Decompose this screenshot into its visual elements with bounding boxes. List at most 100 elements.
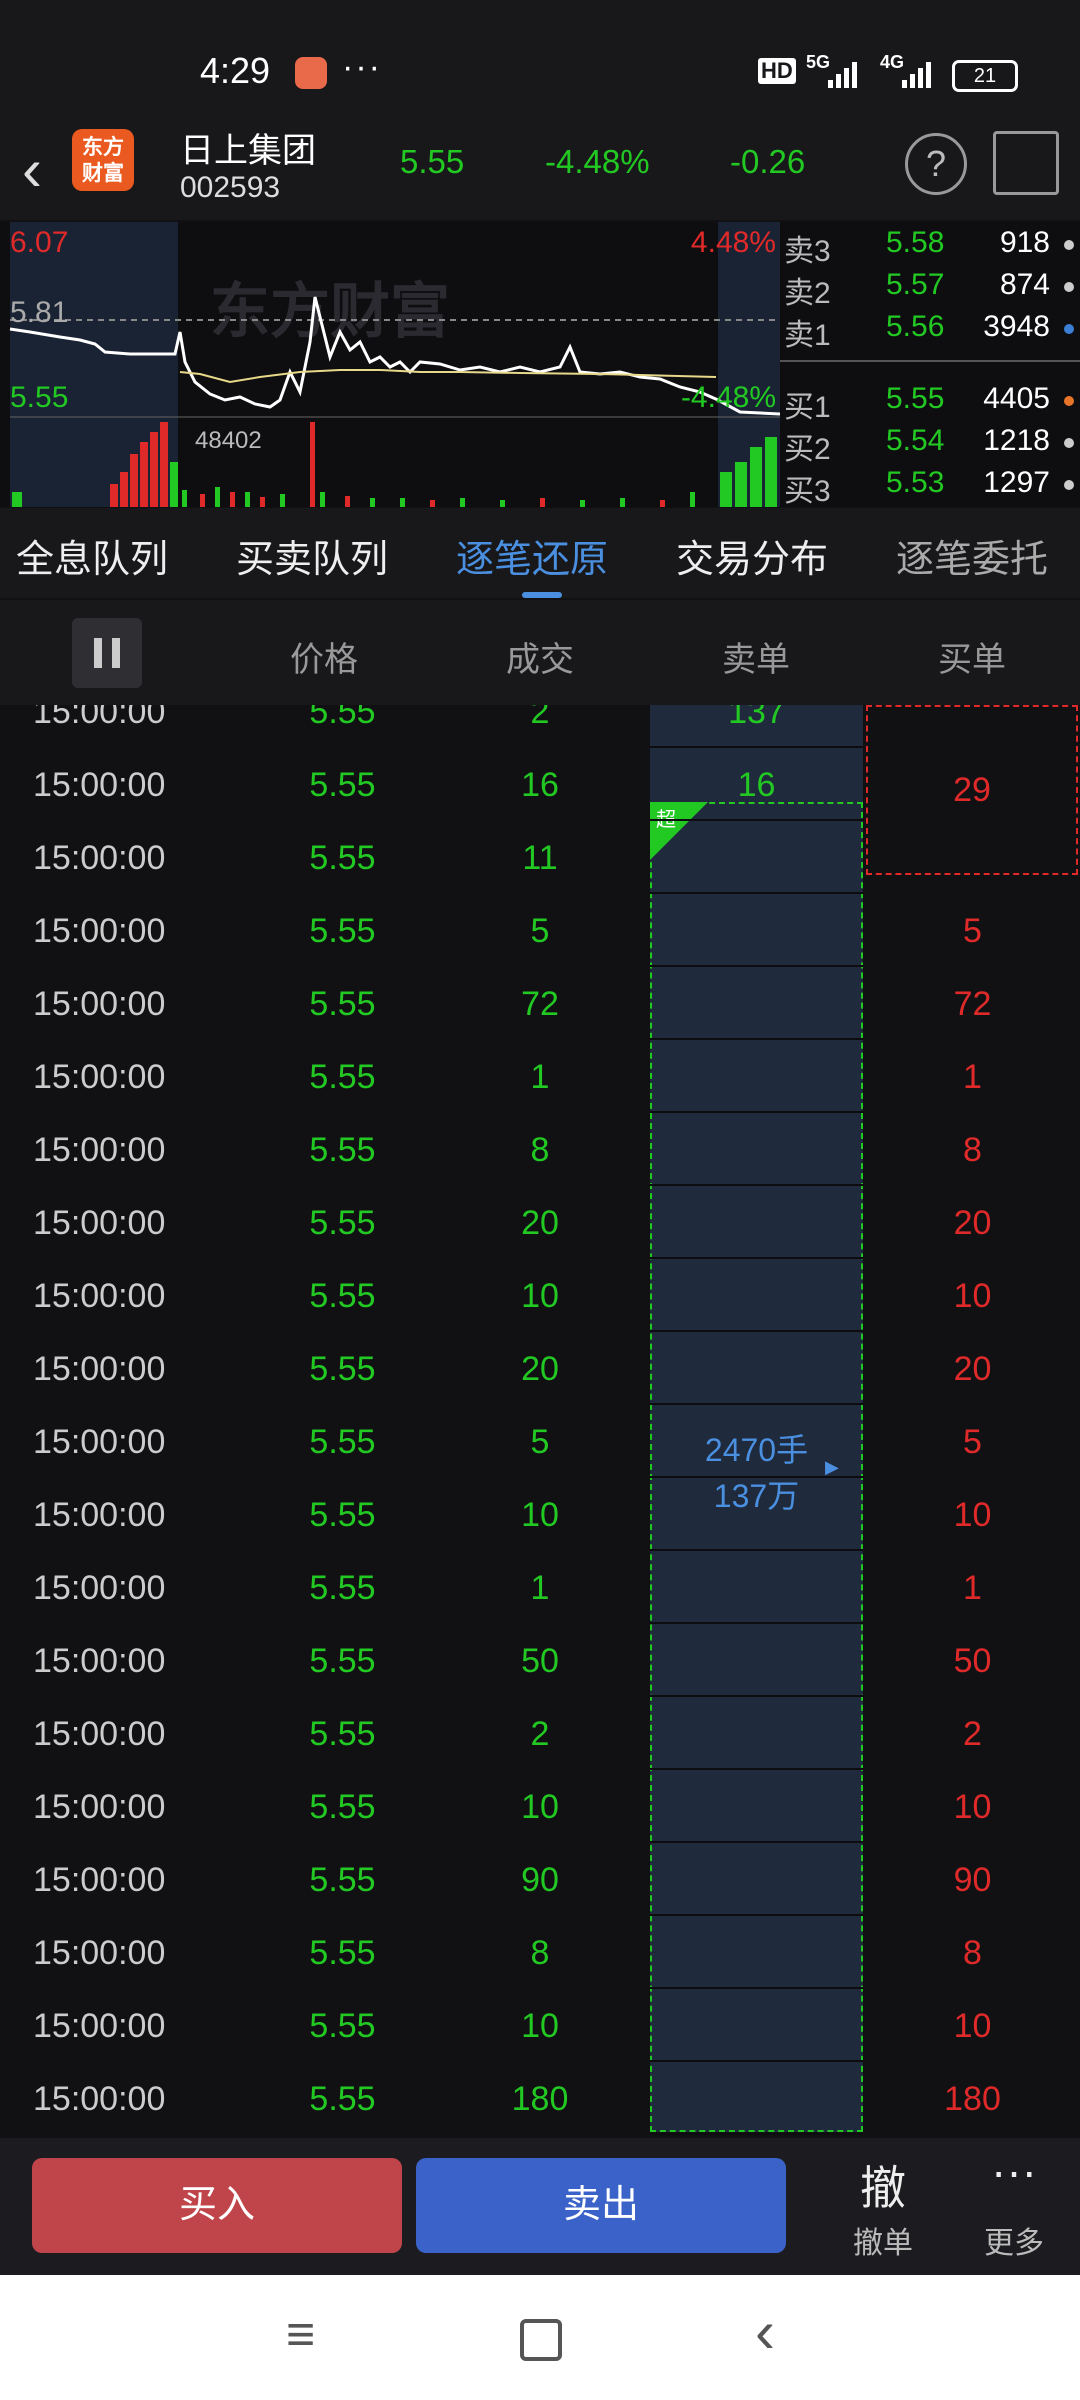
tick-volume: 20 bbox=[521, 1350, 559, 1388]
bid-volume: 1297 bbox=[983, 466, 1050, 499]
ask-label: 卖1 bbox=[784, 319, 831, 352]
nav-back-icon[interactable]: ‹ bbox=[755, 2297, 775, 2366]
tick-time: 15:00:00 bbox=[33, 1496, 166, 1534]
bid-dot bbox=[1064, 396, 1074, 406]
ask-label: 卖2 bbox=[784, 277, 831, 310]
bottom-action-bar: 买入 卖出 撤 撤单 ··· 更多 bbox=[0, 2138, 1080, 2275]
buy-button[interactable]: 买入 bbox=[32, 2158, 402, 2253]
tick-price: 5.55 bbox=[309, 1496, 376, 1534]
tick-time: 15:00:00 bbox=[33, 1350, 166, 1388]
intraday-chart[interactable]: 东方财富 6.07 4.48% 5.81 5.55 -4.48% 48402 bbox=[0, 222, 781, 509]
table-row: 15:00:00 5.55 20 20 bbox=[0, 1186, 1080, 1259]
bid-label: 买2 bbox=[784, 433, 831, 466]
change-percent: -4.48% bbox=[545, 143, 650, 180]
bid-price: 5.54 bbox=[886, 424, 945, 457]
tab-bar: 全息队列 买卖队列 逐笔还原 交易分布 逐笔委托 bbox=[0, 508, 1080, 598]
book-divider bbox=[780, 360, 1080, 362]
ask-volume: 3948 bbox=[983, 310, 1050, 343]
network-4g-label: 4G bbox=[880, 52, 905, 72]
network-5g-label: 5G bbox=[806, 52, 831, 72]
column-header: 价格 成交 卖单 买单 bbox=[0, 600, 1080, 705]
table-row: 15:00:00 5.55 180 180 bbox=[0, 2062, 1080, 2135]
bid-dot bbox=[1064, 480, 1074, 490]
tick-price: 5.55 bbox=[309, 1350, 376, 1388]
tick-volume: 11 bbox=[522, 839, 558, 877]
recent-apps-icon[interactable]: ≡ bbox=[286, 2305, 315, 2363]
tick-volume: 8 bbox=[530, 1131, 550, 1169]
bid-row: 买1 5.55 4405 bbox=[780, 382, 1080, 424]
tick-volume: 5 bbox=[530, 1423, 550, 1461]
tick-price: 5.55 bbox=[309, 1131, 376, 1169]
cancel-order-label[interactable]: 撤单 bbox=[833, 2218, 933, 2262]
tick-buy: 20 bbox=[953, 1350, 992, 1388]
ask-row: 卖1 5.56 3948 bbox=[780, 310, 1080, 352]
bid-dot bbox=[1064, 438, 1074, 448]
tick-time: 15:00:00 bbox=[33, 1642, 166, 1680]
ask-price: 5.58 bbox=[886, 226, 945, 259]
more-notifications-icon: ··· bbox=[342, 48, 382, 86]
pause-icon-bar bbox=[112, 638, 120, 668]
tick-price: 5.55 bbox=[309, 1861, 376, 1899]
order-book: 卖3 5.58 918 卖2 5.57 874 卖1 5.56 3948 买1 … bbox=[780, 222, 1080, 508]
tab-tick-orders[interactable]: 逐笔委托 bbox=[896, 528, 1048, 583]
tick-volume: 10 bbox=[521, 1277, 559, 1315]
tick-buy: 10 bbox=[953, 1496, 992, 1534]
bid-label: 买1 bbox=[784, 391, 831, 424]
battery-icon: 21 bbox=[952, 60, 1018, 92]
table-row: 15:00:005.5511 bbox=[0, 821, 1080, 894]
tick-time: 15:00:00 bbox=[33, 839, 166, 877]
tick-price: 5.55 bbox=[309, 1204, 376, 1242]
ask-dot bbox=[1064, 324, 1074, 334]
status-time: 4:29 bbox=[200, 50, 271, 91]
more-icon[interactable]: ··· bbox=[964, 2144, 1064, 2198]
stock-name: 日上集团 bbox=[180, 132, 316, 170]
tick-buy: 180 bbox=[944, 2080, 1001, 2118]
last-price: 5.55 bbox=[400, 143, 465, 180]
tick-time: 15:00:00 bbox=[33, 766, 166, 804]
tab-bid-ask-queue[interactable]: 买卖队列 bbox=[236, 528, 388, 583]
more-label[interactable]: 更多 bbox=[964, 2218, 1064, 2262]
chart-high-pct: 4.48% bbox=[691, 226, 776, 259]
tab-tick-restore[interactable]: 逐笔还原 bbox=[456, 528, 608, 583]
tick-buy: 8 bbox=[963, 1131, 982, 1169]
cancel-order-icon[interactable]: 撤 bbox=[833, 2152, 933, 2218]
tick-volume: 72 bbox=[521, 985, 559, 1023]
tick-time: 15:00:00 bbox=[33, 1715, 166, 1753]
tick-time: 15:00:00 bbox=[33, 912, 166, 950]
table-row: 15:00:00 5.55 10 10 bbox=[0, 1478, 1080, 1551]
ask-label: 卖3 bbox=[784, 235, 831, 268]
col-price: 价格 bbox=[290, 641, 358, 679]
tick-price: 5.55 bbox=[309, 766, 376, 804]
tab-full-queue[interactable]: 全息队列 bbox=[16, 528, 168, 583]
hd-indicator: HD bbox=[758, 58, 796, 84]
ask-volume: 918 bbox=[999, 226, 1050, 259]
tick-volume: 10 bbox=[521, 1788, 559, 1826]
tick-buy: 20 bbox=[953, 1204, 992, 1242]
tick-volume: 10 bbox=[521, 2007, 559, 2045]
help-icon[interactable]: ? bbox=[905, 133, 967, 195]
back-icon[interactable]: ‹ bbox=[22, 135, 42, 204]
tick-volume: 1 bbox=[530, 1569, 550, 1607]
tick-volume: 10 bbox=[521, 1496, 559, 1534]
table-row: 15:00:00 5.55 90 90 bbox=[0, 1843, 1080, 1916]
tick-buy: 90 bbox=[953, 1861, 992, 1899]
tick-buy: 8 bbox=[963, 1934, 982, 1972]
bid-row: 买3 5.53 1297 bbox=[780, 466, 1080, 508]
tick-price: 5.55 bbox=[309, 1277, 376, 1315]
home-icon[interactable] bbox=[520, 2319, 562, 2361]
tick-list[interactable]: 超 29 2470手 137万 ▶ 15:00:00 5.55 2 137 15:00:… bbox=[0, 705, 1080, 2138]
bid-volume: 4405 bbox=[983, 382, 1050, 415]
tick-time: 15:00:00 bbox=[33, 1934, 166, 1972]
pause-button[interactable] bbox=[72, 618, 142, 688]
tab-trade-distribution[interactable]: 交易分布 bbox=[676, 528, 828, 583]
sell-button[interactable]: 卖出 bbox=[416, 2158, 786, 2253]
tick-time: 15:00:00 bbox=[33, 1204, 166, 1242]
col-buy: 买单 bbox=[938, 641, 1006, 679]
ask-price: 5.57 bbox=[886, 268, 945, 301]
tick-price: 5.55 bbox=[309, 2007, 376, 2045]
col-volume: 成交 bbox=[506, 641, 574, 679]
table-row: 15:00:005.5511 bbox=[0, 1040, 1080, 1113]
table-row: 15:00:00 5.55 20 20 bbox=[0, 1332, 1080, 1405]
split-panel-icon[interactable] bbox=[993, 131, 1059, 195]
tick-price: 5.55 bbox=[309, 1058, 376, 1096]
